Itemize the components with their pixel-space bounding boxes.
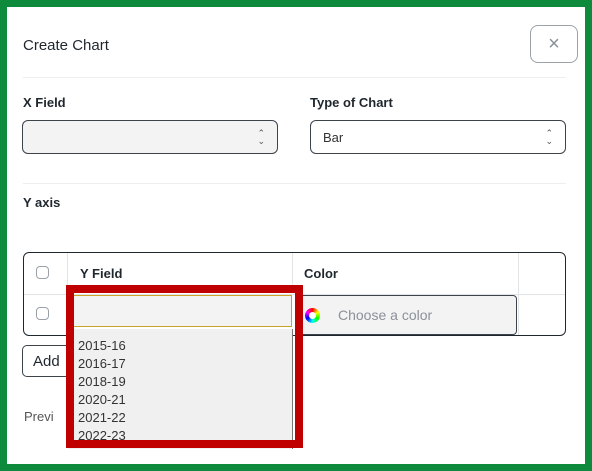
x-field-label: X Field: [23, 95, 66, 110]
grid-header-color: Color: [304, 266, 338, 281]
x-field-select[interactable]: ⌃ ⌄: [22, 120, 278, 154]
chart-type-value: Bar: [323, 129, 344, 145]
close-button[interactable]: ×: [530, 25, 578, 63]
grid-header-y-field: Y Field: [80, 266, 123, 281]
close-icon: ×: [548, 32, 560, 55]
section-divider: [23, 183, 566, 184]
dialog-title: Create Chart: [23, 37, 109, 54]
header-divider: [23, 77, 566, 78]
y-axis-label: Y axis: [23, 195, 61, 210]
color-wheel-icon: [305, 307, 320, 323]
select-all-checkbox[interactable]: [36, 266, 49, 279]
color-placeholder: Choose a color: [338, 307, 433, 323]
chart-type-label: Type of Chart: [310, 95, 393, 110]
row-checkbox[interactable]: [36, 307, 49, 320]
chevron-updown-icon: ⌃ ⌄: [545, 128, 553, 146]
chevron-updown-icon: ⌃ ⌄: [257, 128, 265, 146]
add-row-label: Add: [33, 352, 60, 370]
color-picker-button[interactable]: Choose a color: [295, 295, 517, 335]
highlight-box: [66, 285, 303, 448]
chart-type-select[interactable]: Bar ⌃ ⌄: [310, 120, 566, 154]
preview-label: Previ: [24, 409, 54, 424]
